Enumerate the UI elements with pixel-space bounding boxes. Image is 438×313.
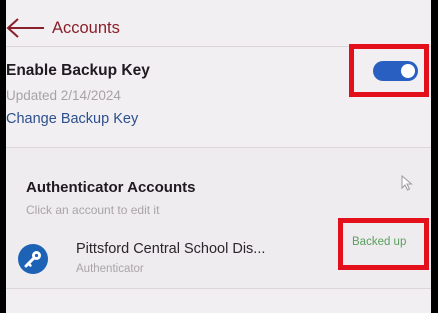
app-screen: Accounts Enable Backup Key Updated 2/14/… [6,0,431,313]
enable-backup-key-label: Enable Backup Key [6,62,150,79]
account-name: Pittsford Central School Dis... [76,241,266,257]
page-title: Accounts [52,19,120,37]
divider [6,288,431,289]
enable-backup-key-toggle[interactable] [373,61,418,81]
authenticator-accounts-subtitle: Click an account to edit it [26,203,160,217]
mouse-pointer-icon [401,175,413,191]
key-icon [18,244,48,274]
authenticator-accounts-title: Authenticator Accounts [26,179,196,196]
updated-date-text: Updated 2/14/2024 [6,88,121,103]
toggle-knob [401,64,415,78]
change-backup-key-link[interactable]: Change Backup Key [6,111,138,127]
arrow-left-icon[interactable] [6,16,46,40]
header: Accounts [6,6,431,44]
highlight-box [338,218,429,270]
account-type: Authenticator [76,263,144,275]
